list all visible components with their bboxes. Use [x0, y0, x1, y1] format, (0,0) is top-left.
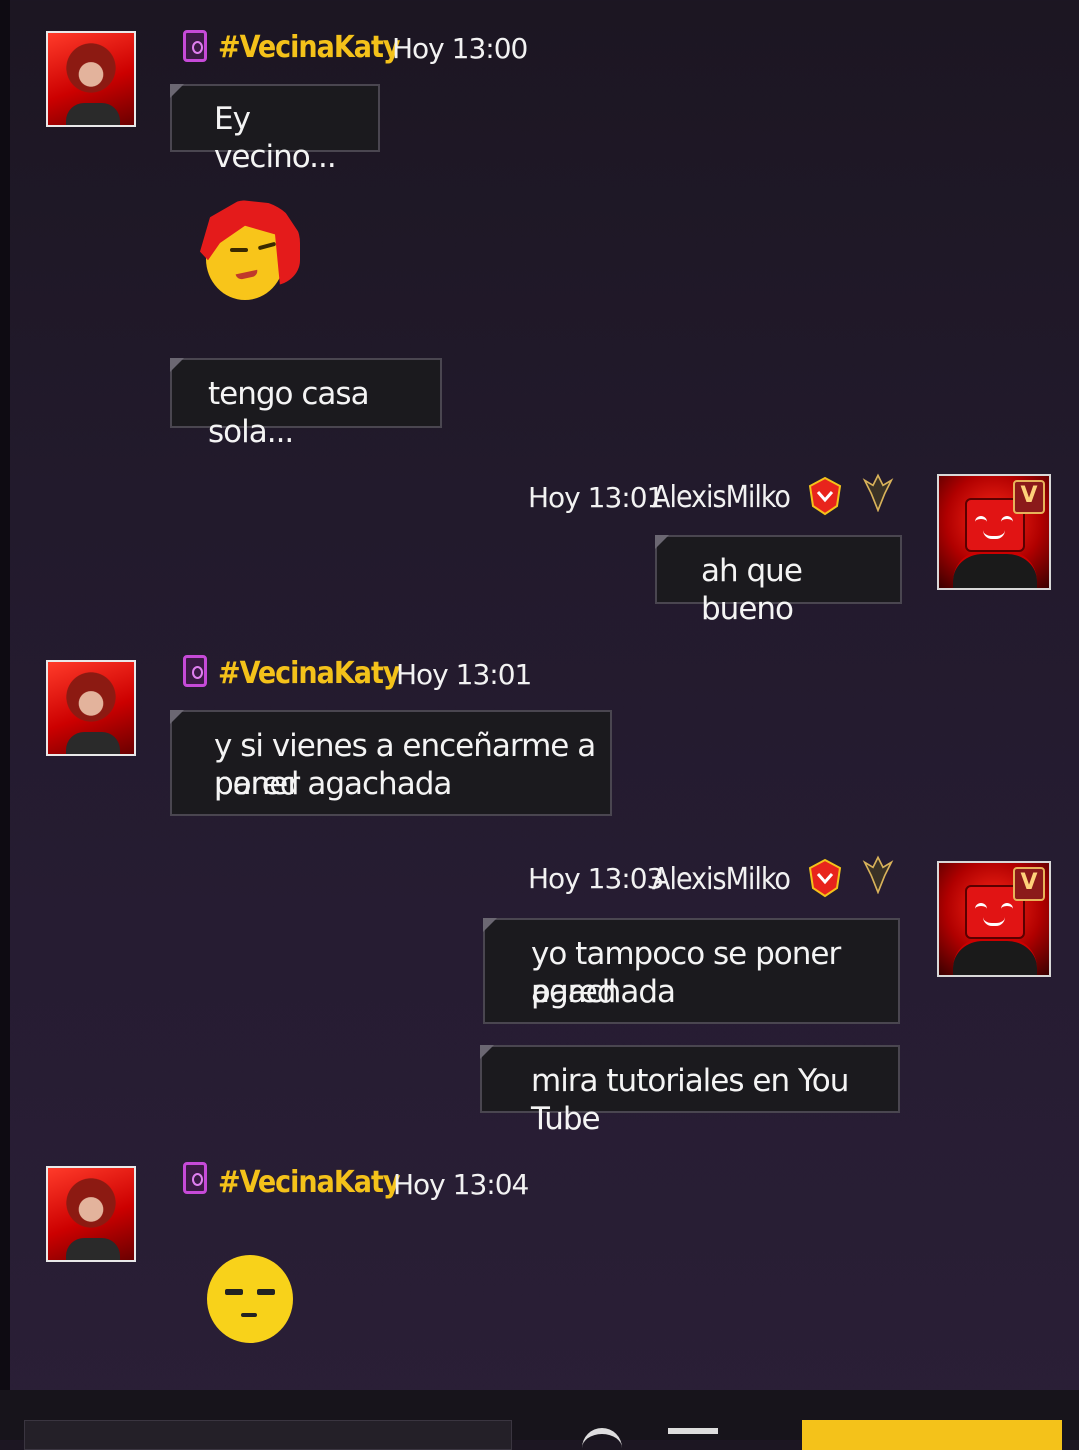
vecinakaty-avatar[interactable] — [46, 31, 136, 127]
unamused-face-emoji — [207, 1255, 293, 1343]
rank-wings-icon — [862, 473, 894, 512]
message-bubble: yo tampoco se poner pared agachada — [483, 918, 900, 1024]
message-timestamp: Hoy 13:00 — [392, 32, 528, 65]
message-timestamp: Hoy 13:04 — [393, 1168, 529, 1201]
message-bubble: ah que bueno — [655, 535, 902, 627]
emoji-voice-icons[interactable] — [582, 1428, 722, 1448]
rank-shield-icon — [808, 858, 842, 898]
sender-name[interactable]: AlexisMilko — [652, 480, 791, 515]
vip-badge-icon: V — [1013, 480, 1045, 514]
sender-name[interactable]: #VecinaKaty — [218, 656, 400, 691]
alexismilko-avatar[interactable]: V — [937, 861, 1051, 977]
message-timestamp: Hoy 13:03 — [528, 862, 664, 895]
message-timestamp: Hoy 13:01 — [396, 658, 532, 691]
phone-icon — [183, 30, 207, 62]
vecinakaty-avatar[interactable] — [46, 660, 136, 756]
left-edge — [0, 0, 10, 1440]
message-bubble: tengo casa sola... — [170, 358, 442, 450]
sender-name[interactable]: #VecinaKaty — [218, 30, 400, 65]
phone-icon — [183, 1162, 207, 1194]
message-bubble: Ey vecino... — [170, 84, 380, 175]
message-input[interactable] — [24, 1420, 512, 1450]
message-bubble: y si vienes a enceñarme a poner pared ag… — [170, 710, 612, 816]
message-bubble: mira tutoriales en You Tube — [480, 1045, 900, 1137]
message-text-line2: pared agachada — [214, 766, 452, 802]
sender-name[interactable]: #VecinaKaty — [218, 1165, 400, 1200]
vip-badge-icon: V — [1013, 867, 1045, 901]
message-timestamp: Hoy 13:01 — [528, 481, 664, 514]
send-button[interactable] — [802, 1420, 1062, 1450]
vecinakaty-avatar[interactable] — [46, 1166, 136, 1262]
message-text: ah que bueno — [701, 553, 803, 627]
rank-shield-icon — [808, 476, 842, 516]
rank-wings-icon — [862, 855, 894, 894]
alexismilko-avatar[interactable]: V — [937, 474, 1051, 590]
message-text: Ey vecino... — [214, 101, 337, 175]
message-text-line2: agachada — [531, 974, 676, 1010]
message-text: tengo casa sola... — [208, 376, 370, 450]
phone-icon — [183, 655, 207, 687]
flirty-girl-emoji — [200, 200, 304, 304]
message-text: mira tutoriales en You Tube — [531, 1063, 849, 1137]
sender-name[interactable]: AlexisMilko — [652, 862, 791, 897]
